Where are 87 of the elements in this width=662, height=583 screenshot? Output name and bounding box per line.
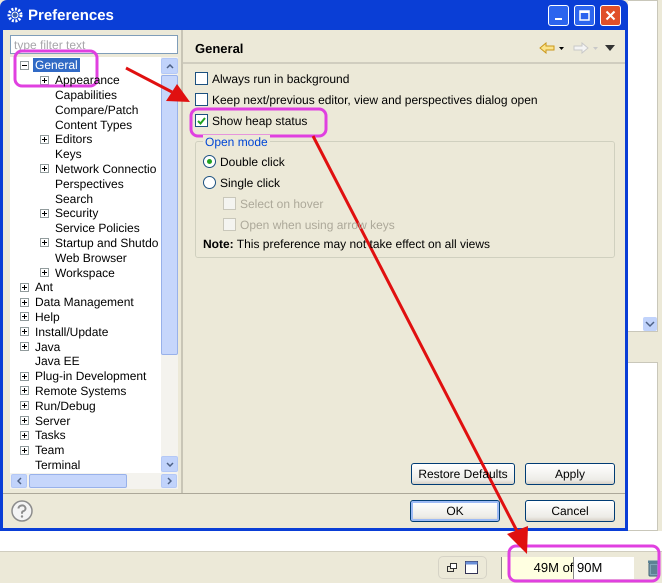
trash-icon[interactable]: [648, 558, 660, 576]
chevron-right-icon: [166, 477, 172, 485]
tree-item[interactable]: Data Management: [33, 295, 136, 310]
vertical-scrollbar[interactable]: [161, 57, 178, 473]
minimize-icon: [555, 18, 562, 20]
expand-icon[interactable]: [20, 282, 29, 292]
checkbox-option[interactable]: Keep next/previous editor, view and perspectives dialog open: [195, 91, 615, 108]
scrollbar-thumb[interactable]: [29, 474, 127, 488]
expand-icon[interactable]: [40, 268, 49, 278]
tree-item[interactable]: Web Browser: [53, 250, 129, 265]
dialog-button[interactable]: Cancel: [525, 500, 615, 522]
maximize-icon[interactable]: [465, 561, 478, 574]
back-arrow-icon[interactable]: [539, 42, 565, 54]
scroll-down-icon: [643, 317, 657, 332]
help-icon[interactable]: [11, 500, 33, 522]
page-button[interactable]: Apply: [525, 463, 615, 485]
expand-icon[interactable]: [20, 298, 29, 307]
radio-option[interactable]: Single click: [203, 174, 606, 191]
expand-icon[interactable]: [40, 76, 49, 85]
minimize-button[interactable]: [548, 4, 569, 26]
tree-item[interactable]: Security: [53, 206, 100, 220]
tree-item[interactable]: Install/Update: [33, 324, 110, 339]
group-title: Open mode: [203, 135, 270, 149]
page-title: General: [195, 40, 244, 56]
tree-item[interactable]: Perspectives: [53, 176, 126, 191]
tree-item[interactable]: Run/Debug: [33, 398, 98, 413]
checkmark-icon: [197, 116, 206, 124]
heap-status[interactable]: 49M of 90M: [501, 556, 634, 578]
chevron-down-icon: [166, 462, 174, 466]
tree-item[interactable]: Compare/Patch: [53, 102, 140, 117]
checkbox-option[interactable]: Always run in background: [195, 70, 615, 87]
gear-icon: [7, 7, 23, 23]
scroll-left-button[interactable]: [11, 474, 27, 488]
tree-item[interactable]: Java EE: [33, 354, 82, 368]
close-button[interactable]: [600, 4, 621, 26]
expand-icon[interactable]: [20, 430, 29, 440]
expand-icon[interactable]: [20, 327, 29, 336]
maximize-button[interactable]: [574, 4, 595, 26]
tree-item[interactable]: Editors: [53, 132, 94, 146]
tree-item[interactable]: Server: [33, 414, 72, 428]
expand-icon[interactable]: [20, 386, 29, 396]
dialog-button[interactable]: OK: [410, 500, 500, 522]
tree-item[interactable]: Service Policies: [53, 221, 142, 236]
tree-item[interactable]: Startup and Shutdo: [53, 236, 160, 250]
expand-icon[interactable]: [20, 401, 29, 410]
restore-icon[interactable]: [447, 563, 457, 572]
scroll-right-button[interactable]: [161, 474, 177, 488]
expand-icon[interactable]: [20, 372, 29, 381]
close-icon: [605, 10, 616, 20]
horizontal-scrollbar[interactable]: [10, 473, 178, 489]
tree-item[interactable]: Terminal: [33, 458, 82, 472]
maximize-icon: [579, 10, 590, 20]
scroll-up-button[interactable]: [161, 58, 178, 74]
chevron-up-icon: [166, 64, 174, 68]
tree-item[interactable]: General: [33, 58, 80, 72]
expand-icon[interactable]: [40, 238, 49, 248]
tree-item[interactable]: Ant: [33, 280, 56, 294]
tree-item[interactable]: Network Connectio: [53, 162, 158, 176]
expand-icon[interactable]: [20, 312, 29, 322]
tree-item[interactable]: Java: [33, 340, 62, 354]
heap-reading: 49M of 90M: [534, 560, 602, 575]
note-text: Note: This preference may not take effect on all views: [203, 237, 492, 251]
expand-icon[interactable]: [40, 164, 49, 174]
tree-item[interactable]: Help: [33, 310, 62, 324]
expand-icon[interactable]: [40, 134, 49, 144]
tree-item[interactable]: Tasks: [33, 428, 68, 442]
tree-item[interactable]: Team: [33, 443, 66, 458]
chevron-left-icon: [16, 477, 22, 485]
tree-item[interactable]: Capabilities: [53, 88, 120, 102]
radio-option[interactable]: Double click: [203, 153, 606, 170]
scrollbar-thumb[interactable]: [161, 75, 178, 355]
tree-item[interactable]: Workspace: [53, 266, 117, 280]
tree-item[interactable]: Remote Systems: [33, 384, 128, 398]
tree-item[interactable]: Content Types: [53, 118, 134, 132]
expand-icon[interactable]: [20, 446, 29, 455]
window-title: Preferences: [28, 6, 115, 24]
expand-icon[interactable]: [40, 208, 49, 218]
scroll-down-button[interactable]: [161, 456, 178, 472]
arrow: [125, 66, 190, 102]
expand-icon[interactable]: [20, 416, 29, 426]
tree-item[interactable]: Keys: [53, 147, 84, 162]
menu-caret-icon[interactable]: [605, 45, 615, 51]
expand-icon[interactable]: [20, 342, 29, 352]
collapse-icon[interactable]: [20, 60, 29, 70]
checkbox-option[interactable]: Show heap status: [195, 112, 615, 129]
tree-item[interactable]: Plug-in Development: [33, 369, 148, 384]
tree-item[interactable]: Search: [53, 192, 96, 206]
